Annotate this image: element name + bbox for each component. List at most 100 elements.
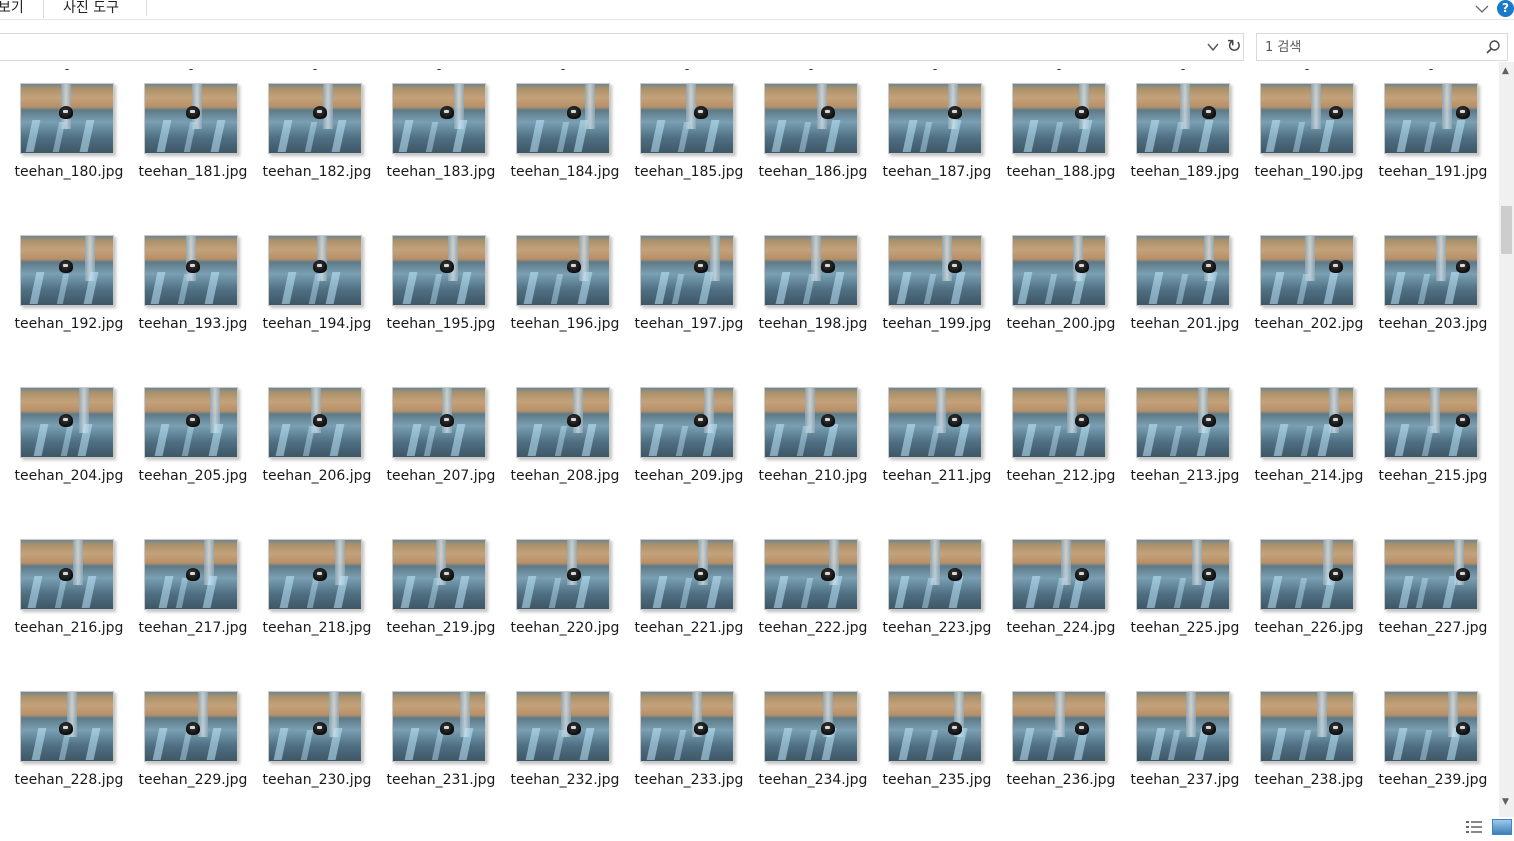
image-thumbnail[interactable] xyxy=(392,387,486,458)
file-item[interactable]: teehan_199.jpg xyxy=(868,235,992,385)
image-thumbnail[interactable] xyxy=(640,235,734,306)
image-thumbnail[interactable] xyxy=(20,387,114,458)
image-thumbnail[interactable] xyxy=(1260,235,1354,306)
image-thumbnail[interactable] xyxy=(268,387,362,458)
tab-view[interactable]: 보기 xyxy=(0,0,44,18)
image-thumbnail[interactable] xyxy=(144,235,238,306)
image-thumbnail[interactable] xyxy=(1012,235,1106,306)
previous-row-file-name[interactable]: - xyxy=(1384,62,1478,76)
file-item[interactable]: teehan_196.jpg xyxy=(496,235,620,385)
file-item[interactable]: teehan_237.jpg xyxy=(1116,691,1240,817)
image-thumbnail[interactable] xyxy=(888,387,982,458)
file-item[interactable]: teehan_206.jpg xyxy=(248,387,372,537)
image-thumbnail[interactable] xyxy=(640,691,734,762)
image-thumbnail[interactable] xyxy=(1136,387,1230,458)
image-thumbnail[interactable] xyxy=(640,387,734,458)
file-item[interactable]: teehan_230.jpg xyxy=(248,691,372,817)
file-item[interactable]: teehan_182.jpg xyxy=(248,83,372,233)
file-item[interactable]: teehan_228.jpg xyxy=(0,691,124,817)
image-thumbnail[interactable] xyxy=(640,83,734,154)
file-item[interactable]: teehan_193.jpg xyxy=(124,235,248,385)
file-item[interactable]: teehan_210.jpg xyxy=(744,387,868,537)
image-thumbnail[interactable] xyxy=(1136,83,1230,154)
image-thumbnail[interactable] xyxy=(764,235,858,306)
scroll-up-arrow-icon[interactable]: ▲ xyxy=(1502,66,1509,76)
image-thumbnail[interactable] xyxy=(20,539,114,610)
file-item[interactable]: teehan_188.jpg xyxy=(992,83,1116,233)
file-item[interactable]: teehan_226.jpg xyxy=(1240,539,1364,689)
image-thumbnail[interactable] xyxy=(392,539,486,610)
image-thumbnail[interactable] xyxy=(1260,83,1354,154)
file-item[interactable]: teehan_207.jpg xyxy=(372,387,496,537)
image-thumbnail[interactable] xyxy=(516,83,610,154)
file-item[interactable]: teehan_198.jpg xyxy=(744,235,868,385)
image-thumbnail[interactable] xyxy=(516,691,610,762)
file-item[interactable]: teehan_236.jpg xyxy=(992,691,1116,817)
image-thumbnail[interactable] xyxy=(392,691,486,762)
file-item[interactable]: teehan_233.jpg xyxy=(620,691,744,817)
file-item[interactable]: teehan_202.jpg xyxy=(1240,235,1364,385)
file-item[interactable]: teehan_222.jpg xyxy=(744,539,868,689)
file-item[interactable]: teehan_225.jpg xyxy=(1116,539,1240,689)
previous-row-file-name[interactable]: - xyxy=(1012,62,1106,76)
file-item[interactable]: teehan_194.jpg xyxy=(248,235,372,385)
file-item[interactable]: teehan_214.jpg xyxy=(1240,387,1364,537)
image-thumbnail[interactable] xyxy=(1136,691,1230,762)
file-item[interactable]: teehan_213.jpg xyxy=(1116,387,1240,537)
scroll-down-arrow-icon[interactable]: ▼ xyxy=(1502,797,1509,807)
image-thumbnail[interactable] xyxy=(1136,235,1230,306)
file-item[interactable]: teehan_205.jpg xyxy=(124,387,248,537)
file-item[interactable]: teehan_220.jpg xyxy=(496,539,620,689)
chevron-down-icon[interactable] xyxy=(1474,2,1490,16)
image-thumbnail[interactable] xyxy=(888,539,982,610)
previous-row-file-name[interactable]: - xyxy=(268,62,362,76)
file-item[interactable]: teehan_186.jpg xyxy=(744,83,868,233)
previous-row-file-name[interactable]: - xyxy=(392,62,486,76)
file-item[interactable]: teehan_235.jpg xyxy=(868,691,992,817)
file-item[interactable]: teehan_197.jpg xyxy=(620,235,744,385)
file-item[interactable]: teehan_184.jpg xyxy=(496,83,620,233)
image-thumbnail[interactable] xyxy=(268,83,362,154)
file-item[interactable]: teehan_218.jpg xyxy=(248,539,372,689)
image-thumbnail[interactable] xyxy=(516,235,610,306)
file-item[interactable]: teehan_180.jpg xyxy=(0,83,124,233)
file-item[interactable]: teehan_203.jpg xyxy=(1364,235,1488,385)
file-item[interactable]: teehan_211.jpg xyxy=(868,387,992,537)
image-thumbnail[interactable] xyxy=(144,691,238,762)
scrollbar-thumb[interactable] xyxy=(1501,206,1512,254)
previous-row-file-name[interactable]: - xyxy=(1260,62,1354,76)
file-item[interactable]: teehan_215.jpg xyxy=(1364,387,1488,537)
file-item[interactable]: teehan_204.jpg xyxy=(0,387,124,537)
image-thumbnail[interactable] xyxy=(1012,691,1106,762)
search-box[interactable] xyxy=(1256,33,1508,61)
image-thumbnail[interactable] xyxy=(144,83,238,154)
image-thumbnail[interactable] xyxy=(764,83,858,154)
refresh-icon[interactable]: ↻ xyxy=(1224,37,1244,57)
search-icon[interactable] xyxy=(1485,39,1501,55)
previous-row-file-name[interactable]: - xyxy=(20,62,114,76)
search-input[interactable] xyxy=(1265,38,1475,56)
details-view-icon[interactable] xyxy=(1465,820,1483,834)
file-item[interactable]: teehan_183.jpg xyxy=(372,83,496,233)
image-thumbnail[interactable] xyxy=(1012,387,1106,458)
file-item[interactable]: teehan_181.jpg xyxy=(124,83,248,233)
file-item[interactable]: teehan_223.jpg xyxy=(868,539,992,689)
image-thumbnail[interactable] xyxy=(764,539,858,610)
image-thumbnail[interactable] xyxy=(1260,691,1354,762)
image-thumbnail[interactable] xyxy=(640,539,734,610)
image-thumbnail[interactable] xyxy=(392,83,486,154)
file-item[interactable]: teehan_191.jpg xyxy=(1364,83,1488,233)
image-thumbnail[interactable] xyxy=(888,83,982,154)
file-item[interactable]: teehan_217.jpg xyxy=(124,539,248,689)
image-thumbnail[interactable] xyxy=(1012,539,1106,610)
file-item[interactable]: teehan_219.jpg xyxy=(372,539,496,689)
previous-row-file-name[interactable]: - xyxy=(1136,62,1230,76)
previous-row-file-name[interactable]: - xyxy=(640,62,734,76)
file-item[interactable]: teehan_192.jpg xyxy=(0,235,124,385)
file-item[interactable]: teehan_200.jpg xyxy=(992,235,1116,385)
image-thumbnail[interactable] xyxy=(1136,539,1230,610)
file-item[interactable]: teehan_221.jpg xyxy=(620,539,744,689)
image-thumbnail[interactable] xyxy=(144,539,238,610)
image-thumbnail[interactable] xyxy=(20,235,114,306)
file-item[interactable]: teehan_187.jpg xyxy=(868,83,992,233)
